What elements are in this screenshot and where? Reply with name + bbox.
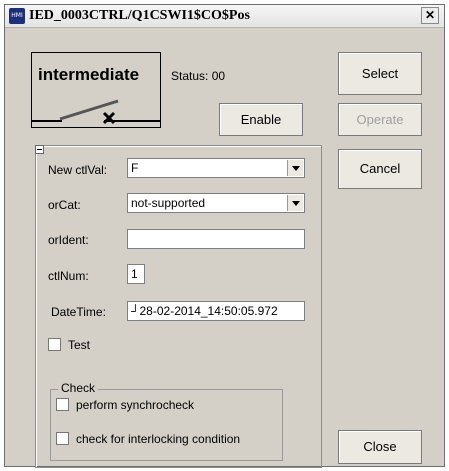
interlocking-label: check for interlocking condition bbox=[76, 432, 241, 446]
ctlval-dropdown[interactable]: F bbox=[127, 158, 305, 178]
breaker-symbol-icon bbox=[32, 99, 160, 125]
test-label: Test bbox=[68, 338, 91, 352]
title-bar[interactable]: HMI IED_0003CTRL/Q1CSWI1$CO$Pos ✕ bbox=[5, 5, 444, 28]
orident-label: orIdent: bbox=[48, 233, 89, 247]
synchrocheck-label: perform synchrocheck bbox=[76, 398, 195, 412]
close-button[interactable]: Close bbox=[338, 430, 422, 464]
datetime-label: DateTime: bbox=[51, 305, 106, 319]
window-title: IED_0003CTRL/Q1CSWI1$CO$Pos bbox=[29, 8, 250, 23]
chevron-down-icon[interactable] bbox=[287, 160, 303, 176]
collapse-toggle-icon[interactable] bbox=[35, 145, 44, 154]
orcat-value: not-supported bbox=[131, 196, 206, 210]
operate-button[interactable]: Operate bbox=[338, 103, 422, 136]
datetime-input[interactable]: ┘28-02-2014_14:50:05.972 bbox=[127, 301, 305, 321]
ctlnum-input[interactable]: 1 bbox=[127, 264, 145, 284]
orident-input[interactable] bbox=[127, 229, 305, 249]
switch-state-text: intermediate bbox=[38, 65, 140, 84]
orcat-dropdown[interactable]: not-supported bbox=[127, 193, 305, 213]
ctlval-label: New ctlVal: bbox=[48, 163, 108, 177]
select-button[interactable]: Select bbox=[338, 52, 422, 95]
synchrocheck-checkbox[interactable] bbox=[56, 398, 69, 411]
chevron-down-icon[interactable] bbox=[287, 195, 303, 211]
control-dialog: HMI IED_0003CTRL/Q1CSWI1$CO$Pos ✕ interm… bbox=[4, 4, 445, 468]
enable-button[interactable]: Enable bbox=[219, 103, 303, 136]
orcat-label: orCat: bbox=[48, 198, 81, 212]
interlocking-checkbox[interactable] bbox=[56, 432, 69, 445]
status-code-label: Status: 00 bbox=[171, 69, 226, 83]
check-group-title: Check bbox=[58, 381, 99, 395]
switch-state-indicator: intermediate bbox=[31, 52, 161, 128]
ctlnum-label: ctlNum: bbox=[48, 269, 89, 283]
hmi-app-icon: HMI bbox=[9, 8, 25, 24]
ctlval-value: F bbox=[131, 161, 139, 175]
cancel-button[interactable]: Cancel bbox=[338, 149, 422, 189]
close-icon[interactable]: ✕ bbox=[421, 7, 439, 24]
test-checkbox[interactable] bbox=[48, 338, 61, 351]
